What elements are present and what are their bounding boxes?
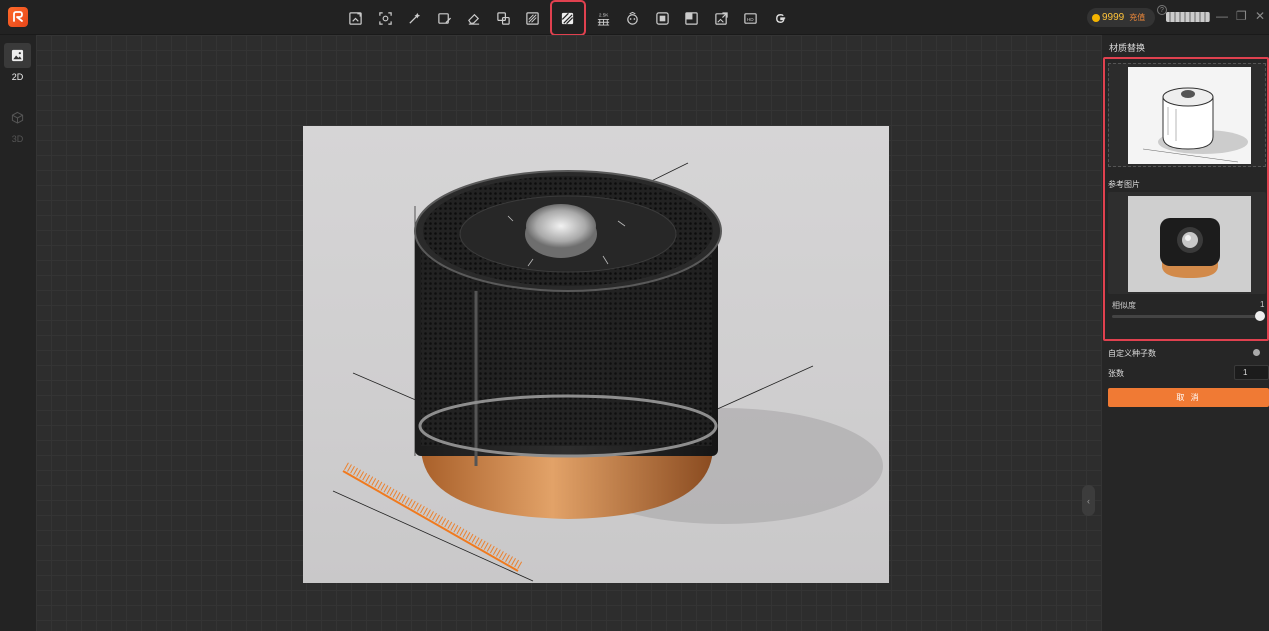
- eraser-icon: [468, 13, 480, 25]
- custom-seed-label: 自定义种子数: [1108, 349, 1156, 358]
- tool-group: 2.5K HD: [344, 0, 798, 36]
- layer-front-tool[interactable]: [651, 5, 674, 31]
- custom-seed-toggle[interactable]: [1253, 349, 1260, 356]
- image-share-icon: [714, 11, 728, 25]
- mode-2d-label: 2D: [11, 72, 24, 82]
- chevron-left-icon: ‹: [1087, 495, 1090, 506]
- upscale-2x-icon: 2.5K: [597, 12, 609, 26]
- material-replace-icon: [561, 12, 574, 24]
- upscale-tool[interactable]: 2.5K: [592, 5, 615, 31]
- layer-split-icon: [685, 11, 698, 25]
- app-logo: [8, 7, 28, 27]
- mode-2d[interactable]: 2D: [4, 43, 31, 82]
- image-edit-tool[interactable]: [433, 5, 456, 31]
- layer-front-icon: [655, 11, 669, 25]
- mode-3d-label: 3D: [11, 134, 24, 144]
- image-count-input[interactable]: 1: [1234, 365, 1269, 380]
- help-icon[interactable]: ?: [1157, 5, 1167, 15]
- image-share-tool[interactable]: [710, 5, 733, 31]
- speaker-render-image: [303, 126, 889, 583]
- texture-icon: [526, 11, 539, 25]
- mode-3d[interactable]: 3D: [4, 105, 31, 144]
- magic-wand-tool[interactable]: [403, 5, 426, 31]
- image-expand-icon: [349, 11, 362, 25]
- canvas-area[interactable]: ‹: [36, 35, 1102, 631]
- panel-collapse-toggle[interactable]: ‹: [1082, 485, 1095, 516]
- face-scan-icon: [378, 11, 392, 25]
- hd-tool[interactable]: HD: [739, 5, 762, 31]
- recharge-link[interactable]: 充值: [1129, 12, 1145, 23]
- app-window: 2.5K HD 9999 充值 — ❐ ✕ 2D 3D ‹ 材质替换 ? 参考图…: [0, 0, 1269, 631]
- top-toolbar: 2.5K HD 9999 充值 — ❐ ✕: [0, 0, 1269, 36]
- close-icon[interactable]: ✕: [1255, 9, 1265, 23]
- layer-split-tool[interactable]: [680, 5, 703, 31]
- minimize-icon[interactable]: —: [1216, 9, 1228, 23]
- image-edit-icon: [437, 12, 451, 24]
- username-redacted: [1166, 12, 1210, 22]
- magic-wand-icon: [409, 12, 421, 24]
- crop-tool[interactable]: [492, 5, 515, 31]
- image-expand-tool[interactable]: [344, 5, 367, 31]
- face-swap-icon: [627, 11, 638, 25]
- coin-balance[interactable]: 9999 充值: [1087, 8, 1155, 27]
- cancel-button[interactable]: 取 消: [1108, 388, 1269, 407]
- hd-icon: HD: [744, 12, 757, 24]
- google-icon: [775, 13, 785, 23]
- maximize-icon[interactable]: ❐: [1236, 9, 1247, 23]
- mode-rail: 2D 3D: [0, 35, 36, 631]
- image-count-label: 张数: [1108, 369, 1124, 378]
- svg-text:2.5K: 2.5K: [598, 12, 608, 17]
- google-tool[interactable]: [769, 5, 792, 31]
- material-replace-tool[interactable]: [549, 0, 586, 36]
- crop-icon: [496, 11, 510, 25]
- panel-title: 材质替换: [1109, 43, 1146, 53]
- svg-text:HD: HD: [747, 16, 754, 21]
- texture-tool[interactable]: [521, 5, 544, 31]
- eraser-tool[interactable]: [462, 5, 485, 31]
- coin-icon: [1092, 13, 1100, 22]
- face-scan-tool[interactable]: [374, 5, 397, 31]
- coin-count: 9999: [1102, 12, 1125, 23]
- face-swap-tool[interactable]: [621, 5, 644, 31]
- image-icon: [4, 43, 31, 68]
- cube-icon: [4, 105, 31, 130]
- highlight-frame: [1103, 57, 1269, 341]
